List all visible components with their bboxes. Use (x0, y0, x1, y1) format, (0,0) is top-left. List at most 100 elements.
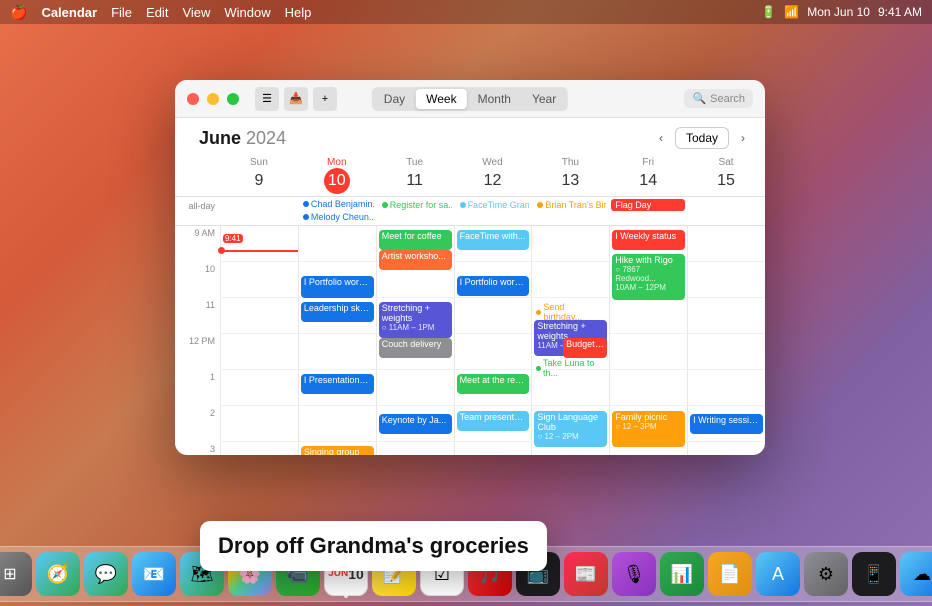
event-artist[interactable]: Artist worksho... (379, 250, 452, 270)
dock-mail[interactable]: 📧 (132, 552, 176, 596)
day-header-tue: Tue 11 (376, 155, 454, 196)
calendar-window: ☰ 📥 + Day Week Month Year 🔍 Search June … (175, 80, 765, 455)
event-singing[interactable]: Singing group (301, 446, 374, 455)
allday-event-chad[interactable]: Chad Benjamin... (299, 198, 375, 210)
day-num-thu: 13 (557, 168, 583, 194)
sidebar-toggle[interactable]: ☰ (255, 87, 279, 111)
event-coffee[interactable]: Meet for coffee (379, 230, 452, 250)
allday-wed: FaceTime Gran... (454, 197, 532, 225)
event-weekly-status[interactable]: I Weekly status (612, 230, 685, 250)
day-num-tue: 11 (402, 168, 428, 194)
day-col-mon: I Portfolio work... Leadership skil... I… (298, 226, 376, 455)
day-num-mon: 10 (324, 168, 350, 194)
close-button[interactable] (187, 93, 199, 105)
menu-window[interactable]: Window (224, 5, 270, 20)
event-portfolio-mon[interactable]: I Portfolio work... (301, 276, 374, 298)
dock-podcasts[interactable]: 🎙 (612, 552, 656, 596)
inbox-icon[interactable]: 📥 (284, 87, 308, 111)
allday-event-melody[interactable]: Melody Cheun... (299, 211, 375, 223)
event-keynote[interactable]: Keynote by Ja... (379, 414, 452, 434)
dock-safari[interactable]: 🧭 (36, 552, 80, 596)
allday-mon[interactable]: Chad Benjamin... Melody Cheun... (298, 197, 376, 225)
event-hike[interactable]: Hike with Rigo ○ 7867 Redwood... 10AM – … (612, 254, 685, 300)
event-facetime[interactable]: FaceTime with... (457, 230, 530, 250)
day-name-mon: Mon (298, 157, 376, 168)
event-picnic[interactable]: Family picnic ○ 12 – 3PM (612, 411, 685, 447)
day-name-wed: Wed (454, 157, 532, 168)
allday-sat (687, 197, 765, 225)
apple-menu[interactable]: 🍎 (10, 4, 27, 21)
event-presentation[interactable]: I Presentation p... (301, 374, 374, 394)
hour-1: 1 (175, 370, 220, 406)
dock-pages[interactable]: 📄 (708, 552, 752, 596)
dock-appstore[interactable]: A (756, 552, 800, 596)
hour-2: 2 (175, 406, 220, 442)
dock-settings[interactable]: ⚙ (804, 552, 848, 596)
event-tooltip: Drop off Grandma's groceries (200, 521, 547, 571)
now-line (221, 250, 298, 252)
allday-tue[interactable]: Register for sa... (376, 197, 454, 225)
maximize-button[interactable] (227, 93, 239, 105)
tab-month[interactable]: Month (468, 89, 521, 109)
day-header-fri: Fri 14 (609, 155, 687, 196)
dock-launchpad[interactable]: ⊞ (0, 552, 32, 596)
prev-arrow[interactable]: ‹ (651, 128, 671, 148)
menu-help[interactable]: Help (285, 5, 312, 20)
event-couch[interactable]: Couch delivery (379, 338, 452, 358)
day-header-row: Sun 9 Mon 10 Tue 11 Wed 12 Thu 13 Fri 14… (175, 155, 765, 197)
dock-iphone[interactable]: 📱 (852, 552, 896, 596)
event-portfolio-wed[interactable]: I Portfolio work... (457, 276, 530, 296)
day-name-sat: Sat (687, 157, 765, 168)
allday-event-brian[interactable]: Brian Tran's Bir... (533, 199, 607, 211)
tab-year[interactable]: Year (522, 89, 566, 109)
clock: Mon Jun 10 (807, 5, 870, 19)
event-writing[interactable]: I Writing sessio... (690, 414, 763, 434)
event-team[interactable]: Team presenta... (457, 411, 530, 431)
allday-event-register[interactable]: Register for sa... (378, 199, 452, 211)
event-budget[interactable]: Budget meeting (563, 338, 607, 358)
tab-day[interactable]: Day (374, 89, 415, 109)
menu-file[interactable]: File (111, 5, 132, 20)
hour-3: 3 (175, 442, 220, 455)
event-meet-res[interactable]: Meet at the res... (457, 374, 530, 394)
view-tabs: Day Week Month Year (372, 87, 568, 111)
event-birthday[interactable]: Send birthday... (534, 302, 607, 320)
minimize-button[interactable] (207, 93, 219, 105)
allday-sun (220, 197, 298, 225)
allday-event-label: Chad Benjamin... (311, 199, 375, 209)
allday-event-facetime[interactable]: FaceTime Gran... (456, 199, 530, 211)
allday-label: all-day (175, 197, 220, 225)
allday-event-label: Melody Cheun... (311, 212, 375, 222)
today-button[interactable]: Today (675, 127, 729, 149)
menu-view[interactable]: View (182, 5, 210, 20)
day-name-thu: Thu (531, 157, 609, 168)
event-stretching-tue[interactable]: Stretching + weights ○ 11AM – 1PM (379, 302, 452, 338)
search-placeholder: Search (710, 93, 745, 105)
day-header-sat: Sat 15 (687, 155, 765, 196)
event-sign-language[interactable]: Sign Language Club ○ 12 – 2PM (534, 411, 607, 447)
time: 9:41 AM (878, 5, 922, 19)
menubar: 🍎 Calendar File Edit View Window Help 🔋 … (0, 0, 932, 24)
tab-week[interactable]: Week (416, 89, 466, 109)
next-arrow[interactable]: › (733, 128, 753, 148)
dock-news[interactable]: 📰 (564, 552, 608, 596)
add-event-button[interactable]: + (313, 87, 337, 111)
allday-event-flag[interactable]: Flag Day (611, 199, 685, 211)
day-col-sat: I Writing sessio... Kids' movie night (687, 226, 765, 455)
menu-edit[interactable]: Edit (146, 5, 168, 20)
dock-storage[interactable]: ☁ (900, 552, 932, 596)
event-luna[interactable]: Take Luna to th... (534, 358, 607, 376)
allday-fri: Flag Day (609, 197, 687, 225)
search-box[interactable]: 🔍 Search (684, 89, 753, 108)
dock-messages[interactable]: 💬 (84, 552, 128, 596)
day-header-sun: Sun 9 (220, 155, 298, 196)
time-grid[interactable]: 9 AM 10 11 12 PM 1 2 3 4 5 6 7 8 (175, 226, 765, 455)
day-header-wed: Wed 12 (454, 155, 532, 196)
day-header-thu: Thu 13 (531, 155, 609, 196)
hour-9am: 9 AM (175, 226, 220, 262)
event-leadership[interactable]: Leadership skil... (301, 302, 374, 322)
day-header-mon: Mon 10 (298, 155, 376, 196)
app-name[interactable]: Calendar (41, 5, 97, 20)
day-name-sun: Sun (220, 157, 298, 168)
dock-numbers[interactable]: 📊 (660, 552, 704, 596)
